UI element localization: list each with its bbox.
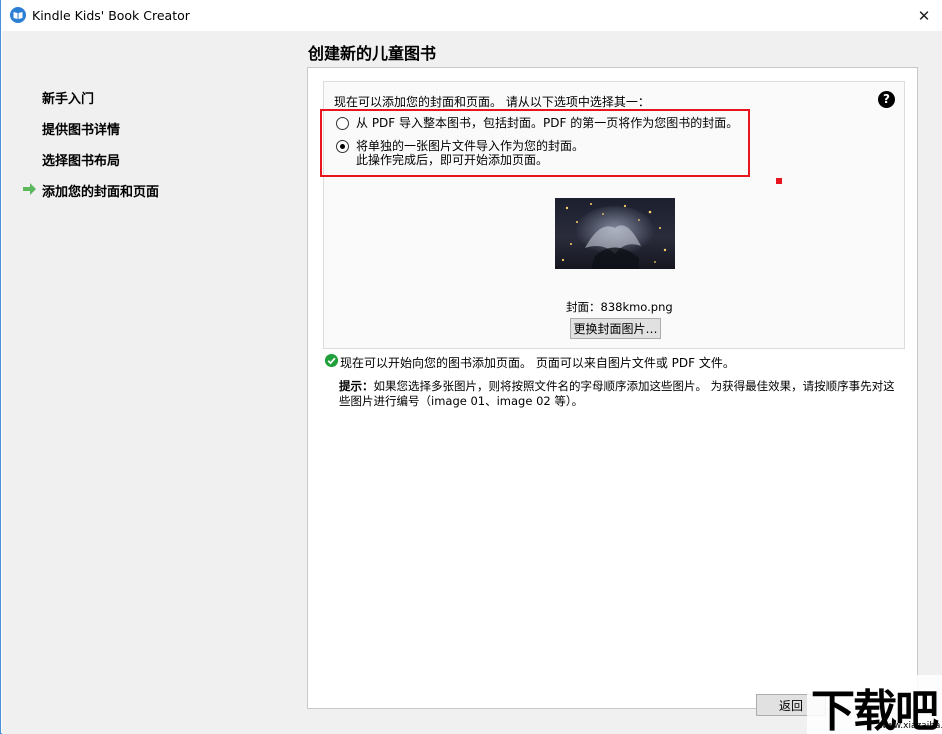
import-options-box: 现在可以添加您的封面和页面。 请从以下选项中选择其一： ? 从 PDF 导入整本… xyxy=(323,81,905,349)
tip-text-block: 提示：如果您选择多张图片，则将按照文件名的字母顺序添加这些图片。 为获得最佳效果… xyxy=(339,379,904,409)
cover-filename: 封面：838kmo.png xyxy=(566,299,673,315)
watermark-logo: 下载吧 www.xiazaiba.com xyxy=(807,675,942,734)
option-label-line2: 此操作完成后，即可开始添加页面。 xyxy=(356,153,548,167)
radio-dot xyxy=(340,144,345,149)
options-prompt: 现在可以添加您的封面和页面。 请从以下选项中选择其一： xyxy=(334,93,650,110)
cover-thumbnail xyxy=(555,198,675,269)
watermark-url: www.xiazaiba.com xyxy=(879,721,942,731)
help-icon[interactable]: ? xyxy=(878,91,895,108)
app-window: Kindle Kids' Book Creator ✕ 新手入门 提供图书详情 … xyxy=(0,0,942,734)
close-button[interactable]: ✕ xyxy=(905,0,942,31)
window-title: Kindle Kids' Book Creator xyxy=(32,8,190,23)
change-cover-button[interactable]: 更换封面图片… xyxy=(570,318,661,339)
page-title: 创建新的儿童图书 xyxy=(308,40,436,64)
radio-button[interactable] xyxy=(336,117,349,130)
check-icon xyxy=(325,354,338,367)
option-label: 从 PDF 导入整本图书，包括封面。PDF 的第一页将作为您图书的封面。 xyxy=(356,116,738,130)
nav-step-book-layout[interactable]: 选择图书布局 xyxy=(42,150,120,169)
status-text: 现在可以开始向您的图书添加页面。 页面可以来自图片文件或 PDF 文件。 xyxy=(340,354,735,371)
current-step-arrow-icon xyxy=(23,183,37,195)
main-panel: 现在可以添加您的封面和页面。 请从以下选项中选择其一： ? 从 PDF 导入整本… xyxy=(307,67,918,709)
nav-step-book-details[interactable]: 提供图书详情 xyxy=(42,119,120,138)
nav-step-cover-pages[interactable]: 添加您的封面和页面 xyxy=(42,181,159,200)
radio-button-selected[interactable] xyxy=(336,140,349,153)
title-bar: Kindle Kids' Book Creator ✕ xyxy=(1,0,942,31)
tip-label: 提示： xyxy=(339,379,374,393)
nav-step-getting-started[interactable]: 新手入门 xyxy=(42,88,94,107)
client-area: 新手入门 提供图书详情 选择图书布局 添加您的封面和页面 创建新的儿童图书 现在… xyxy=(2,31,942,734)
annotation-marker xyxy=(776,178,782,184)
wizard-steps-nav: 新手入门 提供图书详情 选择图书布局 添加您的封面和页面 xyxy=(2,31,302,731)
tip-body: 如果您选择多张图片，则将按照文件名的字母顺序添加这些图片。 为获得最佳效果，请按… xyxy=(339,379,895,408)
kindle-book-icon xyxy=(10,7,26,23)
option-label-line1: 将单独的一张图片文件导入作为您的封面。 xyxy=(356,139,584,153)
close-icon: ✕ xyxy=(918,7,931,25)
